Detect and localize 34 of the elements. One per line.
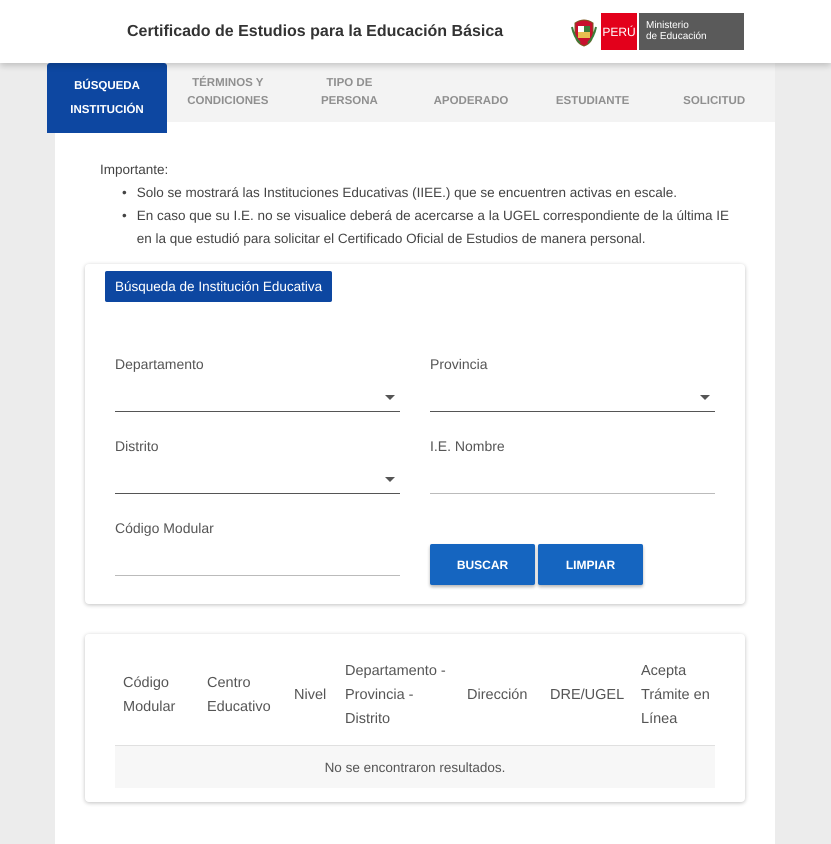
column-header: Centro Educativo bbox=[206, 674, 272, 717]
notice-item: En caso que su I.E. no se visualice deberá de acercarse a la UGEL correspondiente de la última IE en la que estudió para solicitar el Certificado Oficial de Estudios de manera personal. bbox=[136, 207, 730, 248]
dropdown-caret-icon bbox=[384, 394, 396, 401]
country-label: PERÚ bbox=[601, 13, 637, 50]
dropdown-caret-icon bbox=[384, 476, 396, 483]
field-label: I.E. Nombre bbox=[430, 438, 506, 454]
bullet-mark: • bbox=[122, 184, 127, 202]
form-button[interactable]: LIMPIAR bbox=[538, 544, 643, 585]
notice-item: Solo se mostrará las Instituciones Educativas (IIEE.) que se encuentren activas en escale. bbox=[136, 184, 678, 202]
step-tab[interactable]: APODERADO bbox=[410, 63, 532, 122]
search-card-title: Búsqueda de Institución Educativa bbox=[105, 271, 332, 302]
field-label: Distrito bbox=[115, 438, 160, 454]
page-title: Certificado de Estudios para la Educación Básica bbox=[127, 22, 504, 40]
form-button[interactable]: BUSCAR bbox=[430, 544, 535, 585]
empty-results-message: No se encontraron resultados. bbox=[115, 746, 715, 788]
notice-heading: Importante: bbox=[100, 161, 170, 179]
step-tab[interactable]: TIPO DE PERSONA bbox=[288, 63, 410, 122]
column-header: DRE/UGEL bbox=[549, 686, 626, 705]
bullet-mark: • bbox=[122, 207, 127, 225]
field-label: Departamento bbox=[115, 356, 205, 372]
column-header: Nivel bbox=[293, 686, 328, 705]
step-tab[interactable]: ESTUDIANTE bbox=[532, 63, 654, 122]
field-label: Provincia bbox=[430, 356, 489, 372]
step-tab[interactable]: SOLICITUD bbox=[653, 63, 775, 122]
column-header: Acepta Trámite en Línea bbox=[640, 662, 711, 729]
column-header: Departamento - Provincia - Distrito bbox=[344, 662, 447, 729]
step-tab[interactable]: TÉRMINOS Y CONDICIONES bbox=[167, 63, 289, 122]
column-header: Código Modular bbox=[122, 674, 176, 717]
dropdown-caret-icon bbox=[699, 394, 711, 401]
field-label: Código Modular bbox=[115, 520, 215, 536]
column-header: Dirección bbox=[466, 686, 528, 705]
ministry-label: Ministerio de Educación bbox=[638, 13, 744, 50]
step-tab[interactable]: BÚSQUEDA INSTITUCIÓN bbox=[47, 63, 167, 133]
coat-of-arms-icon bbox=[571, 16, 597, 46]
